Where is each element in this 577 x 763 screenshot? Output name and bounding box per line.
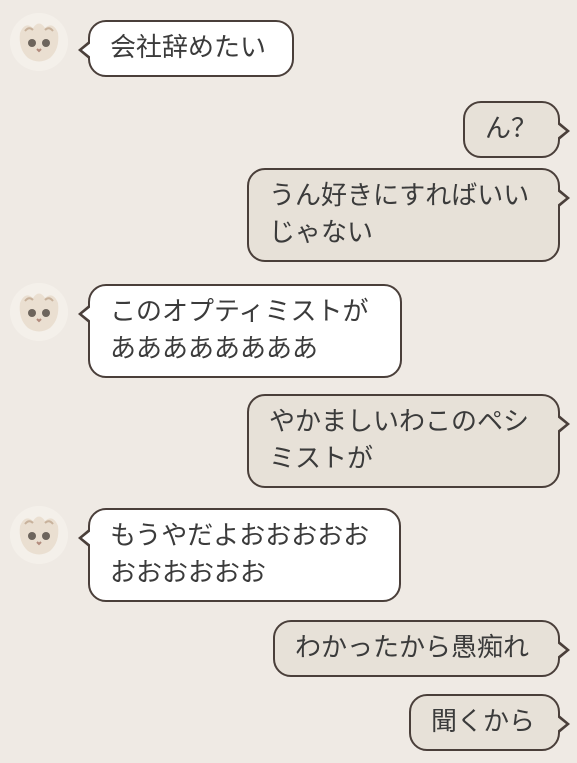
- message-bubble-incoming: もうやだよおおおおお おおおおおお: [78, 508, 401, 602]
- chat-log[interactable]: 会社辞めたい ん？ うん好きにすればいい じゃない このオプティミストが あああ…: [0, 0, 577, 763]
- message-bubble-incoming: 会社辞めたい: [78, 20, 294, 77]
- cat-avatar-icon[interactable]: [10, 283, 68, 341]
- message-bubble-outgoing: やかましいわこのペシ ミストが: [247, 394, 570, 488]
- message-bubble-outgoing: うん好きにすればいい じゃない: [247, 168, 570, 262]
- message-bubble-outgoing: 聞くから: [409, 694, 570, 751]
- message-bubble-outgoing: ん？: [463, 101, 570, 158]
- message-bubble-incoming: このオプティミストが ああああああああ: [78, 284, 402, 378]
- message-bubble-outgoing: わかったから愚痴れ: [273, 620, 570, 677]
- cat-avatar-icon[interactable]: [10, 506, 68, 564]
- cat-avatar-icon[interactable]: [10, 13, 68, 71]
